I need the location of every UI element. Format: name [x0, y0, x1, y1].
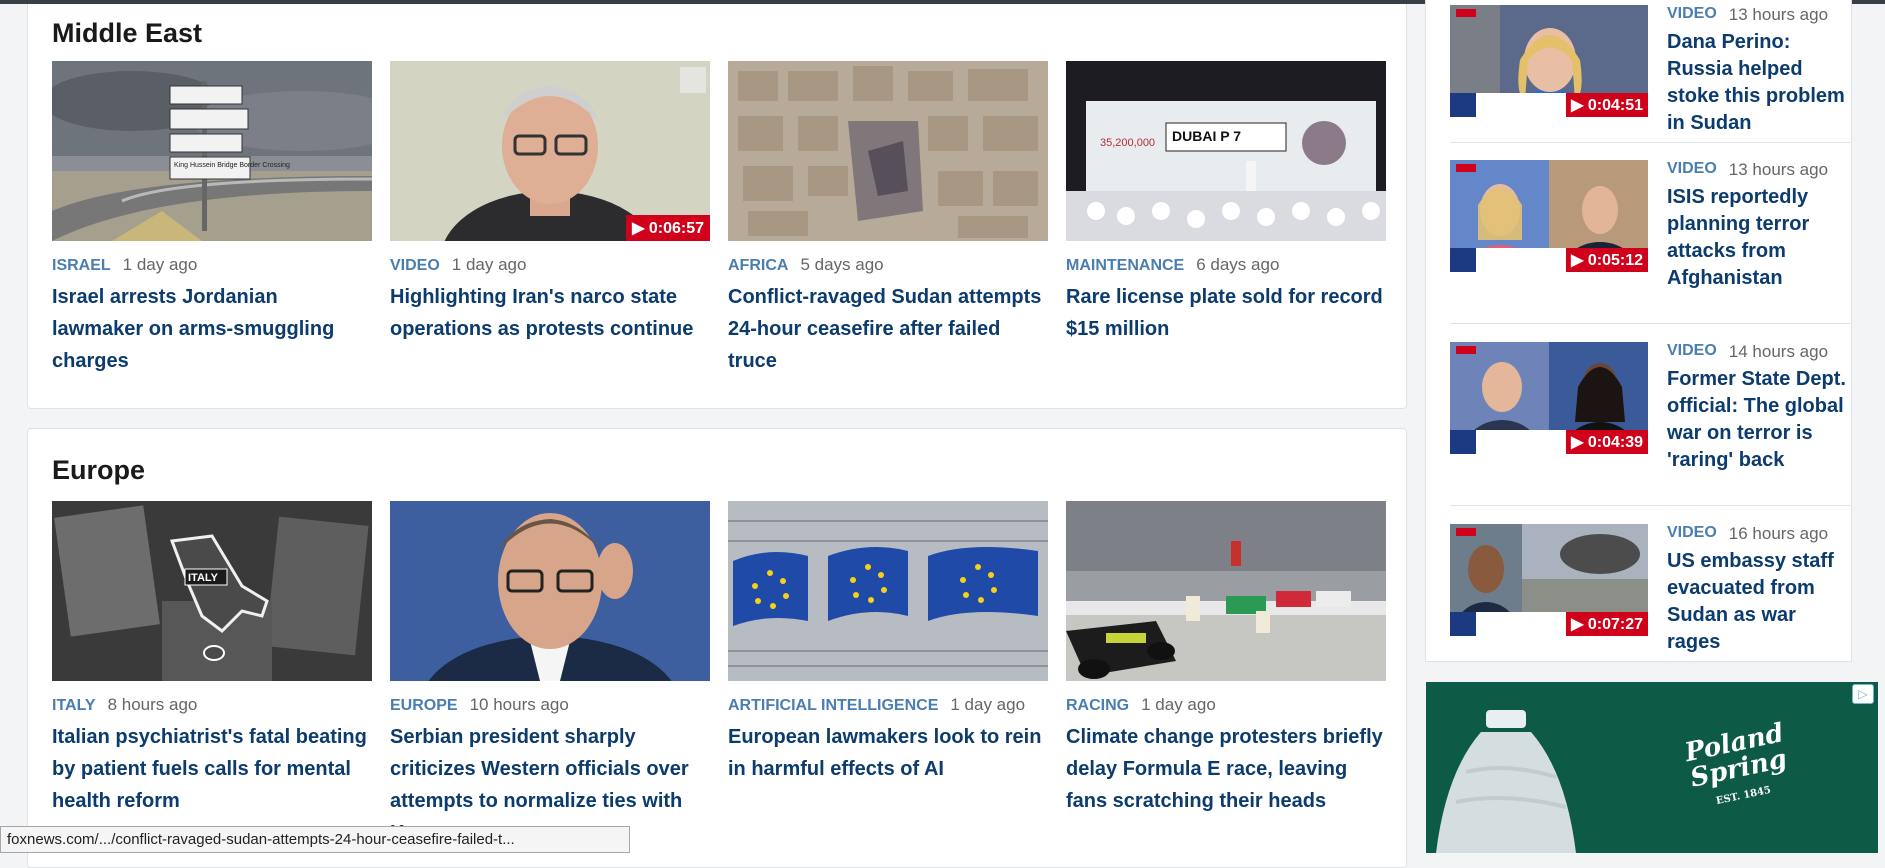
article-time: 1 day ago [950, 695, 1026, 714]
video-thumbnail[interactable]: ▶ 0:06:57 [390, 61, 710, 241]
video-thumbnail[interactable]: ▶ 0:04:51 [1450, 5, 1648, 117]
article-headline[interactable]: European lawmakers look to rein in harmf… [728, 721, 1048, 785]
divider [1450, 505, 1850, 506]
article-headline[interactable]: Highlighting Iran's narco state operatio… [390, 281, 710, 345]
article-category[interactable]: MAINTENANCE [1066, 257, 1184, 275]
video-label[interactable]: VIDEO [1667, 160, 1717, 180]
video-duration: ▶ 0:04:39 [1566, 430, 1648, 454]
section-title: Europe [52, 455, 146, 485]
divider [1450, 142, 1850, 143]
sidebar-video-rail: ▶ 0:04:51 VIDEO 13 hours ago Dana Perino:… [1425, 0, 1852, 662]
video-label[interactable]: VIDEO [1667, 342, 1717, 362]
water-bottle-image [1436, 710, 1576, 853]
article-thumbnail[interactable]: ITALY [52, 501, 372, 681]
article-card[interactable]: ITALY ITALY 8 hours ago Italian psychiat… [52, 501, 372, 817]
article-thumbnail[interactable]: King Hussein Bridge Border Crossing [52, 61, 372, 241]
video-time: 13 hours ago [1728, 160, 1829, 179]
article-card[interactable]: EUROPE 10 hours ago Serbian president sh… [390, 501, 710, 849]
road-sign-text: King Hussein Bridge Border Crossing [174, 162, 290, 169]
article-thumbnail[interactable] [728, 61, 1048, 241]
advertisement[interactable]: Poland Spring EST. 1845 ▷ [1426, 682, 1878, 853]
video-headline[interactable]: Former State Dept. official: The global … [1667, 366, 1847, 474]
article-card[interactable]: ▶ 0:06:57 VIDEO 1 day ago Highlighting I… [390, 61, 710, 345]
article-category[interactable]: EUROPE [390, 697, 458, 715]
video-duration: ▶ 0:06:57 [626, 215, 710, 241]
article-card[interactable]: AFRICA 5 days ago Conflict-ravaged Sudan… [728, 61, 1048, 377]
article-category[interactable]: ITALY [52, 697, 96, 715]
video-time: 16 hours ago [1728, 524, 1829, 543]
video-label[interactable]: VIDEO [1667, 524, 1717, 544]
article-thumbnail[interactable] [728, 501, 1048, 681]
article-headline[interactable]: Italian psychiatrist's fatal beating by … [52, 721, 372, 817]
video-duration: ▶ 0:05:12 [1566, 248, 1648, 272]
video-duration: ▶ 0:07:27 [1566, 612, 1648, 636]
article-time: 1 day ago [122, 255, 198, 274]
video-time: 13 hours ago [1728, 5, 1829, 24]
article-card[interactable]: King Hussein Bridge Border Crossing ISRA… [52, 61, 372, 377]
video-thumbnail[interactable]: ▶ 0:04:39 [1450, 342, 1648, 454]
europe-section: Europe ITALY ITALY 8 hours ago Italian p… [27, 428, 1407, 868]
article-time: 1 day ago [451, 255, 527, 274]
adchoices-icon[interactable]: ▷ [1852, 684, 1874, 704]
article-thumbnail[interactable] [390, 501, 710, 681]
video-headline[interactable]: Dana Perino: Russia helped stoke this pr… [1667, 29, 1847, 137]
article-category[interactable]: RACING [1066, 697, 1129, 715]
middle-east-section: Middle East King Hussein Bridge Border C… [27, 4, 1407, 409]
video-headline[interactable]: ISIS reportedly planning terror attacks … [1667, 184, 1847, 292]
video-thumbnail[interactable]: ▶ 0:07:27 [1450, 524, 1648, 636]
article-headline[interactable]: Climate change protesters briefly delay … [1066, 721, 1386, 817]
video-duration: ▶ 0:04:51 [1566, 93, 1648, 117]
article-headline[interactable]: Israel arrests Jordanian lawmaker on arm… [52, 281, 372, 377]
section-title: Middle East [52, 18, 203, 48]
video-thumbnail[interactable]: ▶ 0:05:12 [1450, 160, 1648, 272]
article-card[interactable]: DUBAI P 7 35,200,000 MAINTENANCE 6 days … [1066, 61, 1386, 345]
article-category[interactable]: ISRAEL [52, 257, 111, 275]
article-time: 10 hours ago [469, 695, 569, 714]
article-card[interactable]: RACING 1 day ago Climate change proteste… [1066, 501, 1386, 817]
plate-price: 35,200,000 [1100, 137, 1155, 149]
article-time: 1 day ago [1141, 695, 1216, 714]
article-time: 8 hours ago [107, 695, 198, 714]
article-thumbnail[interactable] [1066, 501, 1386, 681]
article-headline[interactable]: Conflict-ravaged Sudan attempts 24-hour … [728, 281, 1048, 377]
browser-status-bar: foxnews.com/.../conflict-ravaged-sudan-a… [0, 826, 630, 853]
plate-text: DUBAI P 7 [1172, 128, 1241, 144]
article-time: 5 days ago [800, 255, 884, 274]
article-time: 6 days ago [1196, 255, 1280, 274]
video-time: 14 hours ago [1728, 342, 1829, 361]
article-category[interactable]: ARTIFICIAL INTELLIGENCE [728, 697, 938, 715]
article-category[interactable]: AFRICA [728, 257, 788, 275]
italy-map-label: ITALY [188, 572, 219, 584]
video-label[interactable]: VIDEO [1667, 5, 1717, 25]
article-thumbnail[interactable]: DUBAI P 7 35,200,000 [1066, 61, 1386, 241]
video-headline[interactable]: US embassy staff evacuated from Sudan as… [1667, 548, 1847, 656]
divider [1450, 323, 1850, 324]
article-category[interactable]: VIDEO [390, 257, 440, 275]
article-card[interactable]: ARTIFICIAL INTELLIGENCE 1 day ago Europe… [728, 501, 1048, 785]
article-headline[interactable]: Rare license plate sold for record $15 m… [1066, 281, 1386, 345]
